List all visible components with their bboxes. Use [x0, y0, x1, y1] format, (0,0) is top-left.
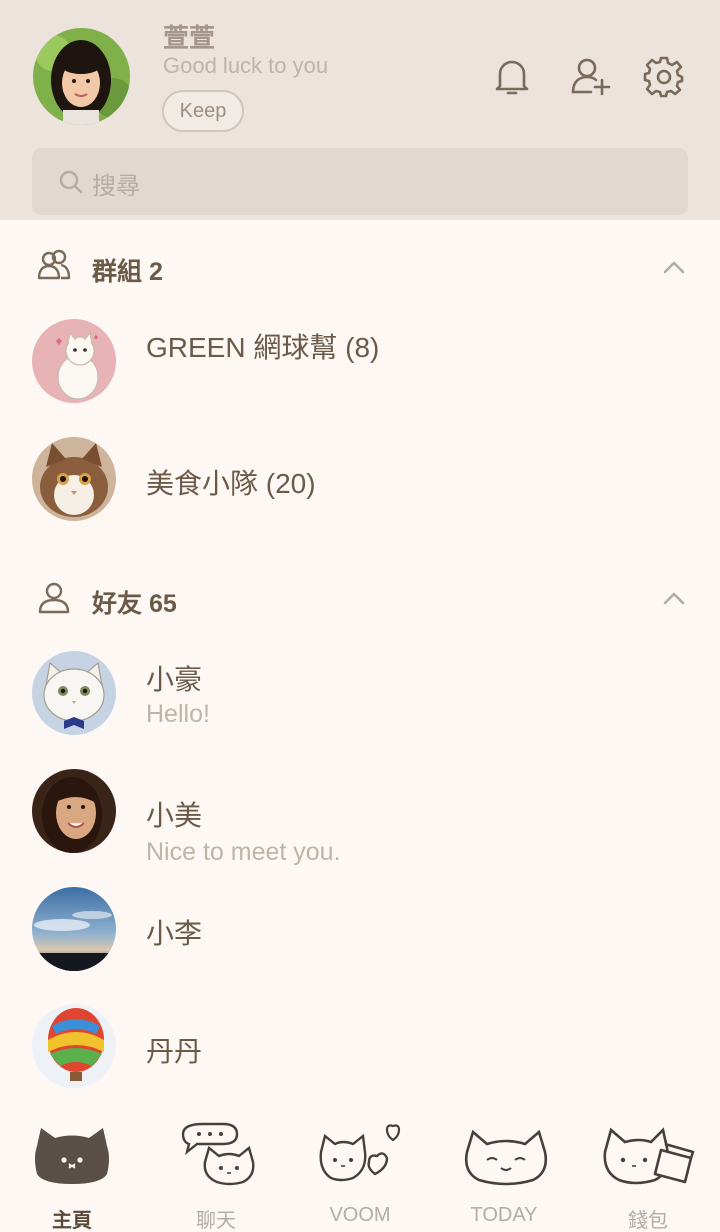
friend-avatar[interactable]	[32, 1004, 116, 1088]
friend-avatar[interactable]	[32, 769, 116, 853]
cat-today-icon[interactable]	[451, 1118, 561, 1198]
search-placeholder: 搜尋	[92, 173, 140, 200]
cat-home-icon[interactable]	[17, 1118, 127, 1198]
group-icon	[37, 249, 71, 280]
tab-chat-label[interactable]: 聊天	[144, 1204, 288, 1232]
profile-name: 萱萱	[163, 23, 216, 53]
add-friend-icon[interactable]	[569, 54, 613, 98]
tab-voom-label[interactable]: VOOM	[288, 1204, 432, 1227]
profile-status-message[interactable]: Good luck to you	[163, 53, 328, 79]
profile-avatar[interactable]	[33, 28, 130, 125]
bell-icon[interactable]	[490, 54, 534, 98]
group-name[interactable]: GREEN 網球幫 (8)	[146, 326, 379, 366]
settings-gear-icon[interactable]	[642, 54, 686, 98]
keep-button[interactable]: Keep	[162, 90, 244, 132]
collapse-groups-chevron-icon[interactable]	[662, 259, 686, 275]
friends-section-title: 好友 65	[92, 590, 177, 618]
friend-avatar[interactable]	[32, 887, 116, 971]
cat-wallet-icon[interactable]	[595, 1118, 705, 1198]
search-icon	[59, 170, 83, 194]
friend-status-message: Hello!	[146, 700, 210, 728]
cat-voom-icon[interactable]	[307, 1118, 417, 1198]
tab-today-label[interactable]: TODAY	[432, 1204, 576, 1227]
friend-name[interactable]: 小李	[146, 912, 202, 952]
friend-name[interactable]: 小美	[146, 794, 202, 834]
collapse-friends-chevron-icon[interactable]	[662, 590, 686, 606]
cat-chat-icon[interactable]	[163, 1118, 273, 1198]
friend-avatar[interactable]	[32, 651, 116, 735]
friend-name[interactable]: 丹丹	[146, 1030, 202, 1070]
groups-section-title: 群組 2	[92, 258, 163, 286]
tab-home-label[interactable]: 主頁	[0, 1204, 144, 1232]
group-name[interactable]: 美食小隊 (20)	[146, 462, 316, 502]
tab-wallet-label[interactable]: 錢包	[576, 1204, 720, 1232]
friend-icon	[38, 582, 70, 614]
group-avatar[interactable]	[32, 437, 116, 521]
friend-status-message: Nice to meet you.	[146, 838, 341, 866]
bottom-tab-bar: 主頁 聊天 VOOM TODAY 錢包	[0, 1100, 720, 1232]
group-avatar[interactable]	[32, 319, 116, 403]
friend-name[interactable]: 小豪	[146, 658, 202, 698]
